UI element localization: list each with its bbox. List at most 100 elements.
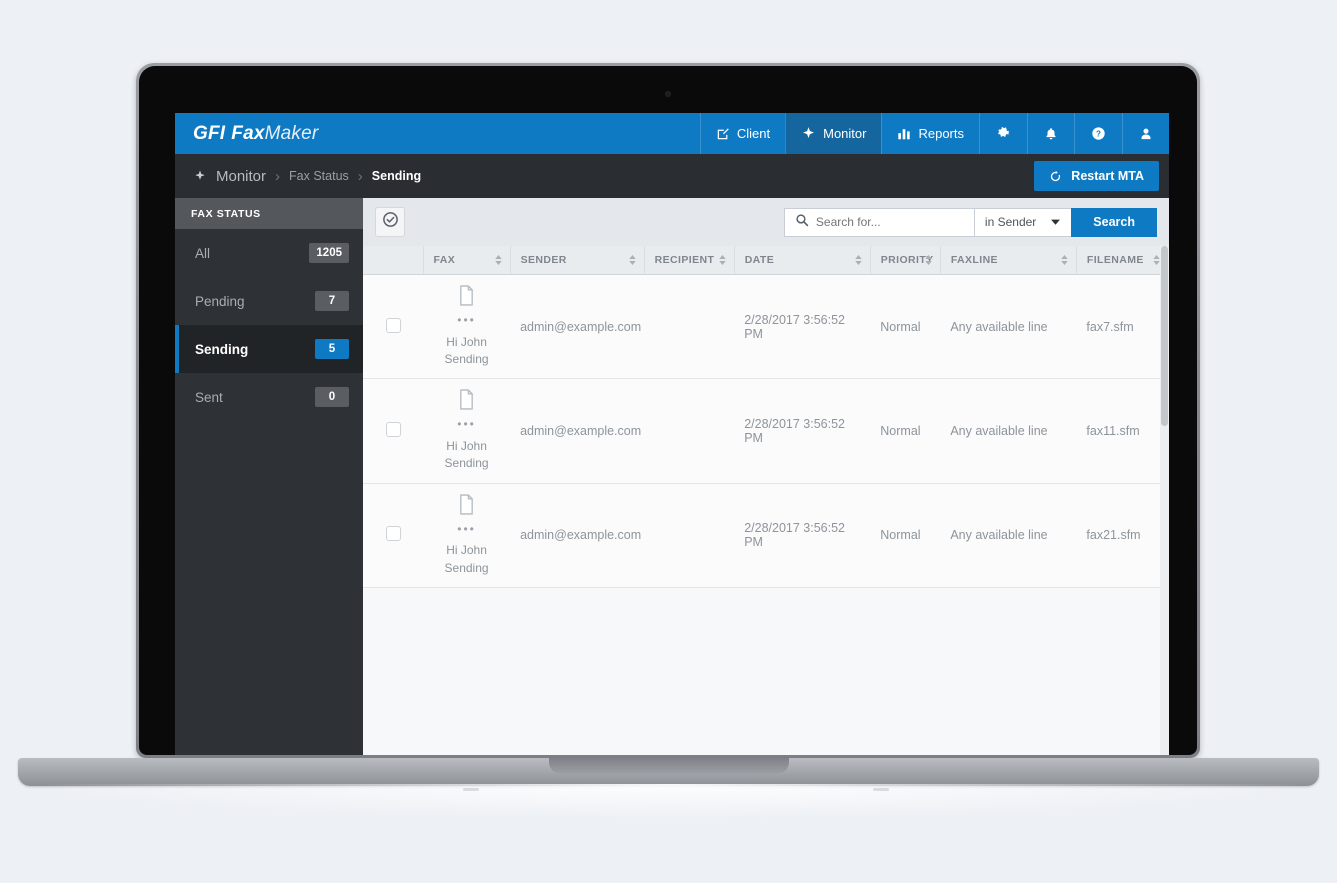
laptop-frame: GFI Fax Maker Client Monitor Reports ? M… xyxy=(136,63,1200,758)
column-header-fax[interactable]: FAX xyxy=(423,246,511,275)
sender-cell: admin@example.com xyxy=(510,483,645,588)
row-checkbox[interactable] xyxy=(385,526,401,542)
check-circle-icon xyxy=(382,211,399,233)
column-header-priority[interactable]: PRIORITY xyxy=(870,246,941,275)
nav-item-reports[interactable]: Reports xyxy=(881,113,979,154)
sidebar-item-all[interactable]: All 1205 xyxy=(175,229,363,277)
column-label-fax: FAX xyxy=(433,254,456,266)
laptop-foot-left xyxy=(463,788,479,791)
restart-mta-button[interactable]: Restart MTA xyxy=(1034,161,1159,191)
priority-cell: Normal xyxy=(870,483,941,588)
fax-title: Hi John xyxy=(446,334,487,349)
chevron-right-icon: › xyxy=(357,167,363,185)
select-all-button[interactable] xyxy=(375,207,405,237)
table-row[interactable]: ••• Hi John Sending admin@example.com 2/… xyxy=(363,483,1169,588)
nav-item-client[interactable]: Client xyxy=(699,113,785,154)
app-body: FAX STATUS All 1205 Pending 7 Sending 5 xyxy=(175,198,1169,755)
column-header-recipient[interactable]: RECIPIENT xyxy=(644,246,735,275)
sidebar-badge-all: 1205 xyxy=(309,243,349,263)
fax-status: Sending xyxy=(444,456,489,471)
sidebar-label-all: All xyxy=(195,245,211,261)
sidebar: FAX STATUS All 1205 Pending 7 Sending 5 xyxy=(175,198,363,755)
main-nav: Client Monitor Reports ? xyxy=(699,113,1169,154)
recipient-cell xyxy=(644,274,735,380)
search-scope-label: in Sender xyxy=(984,215,1037,229)
search-button[interactable]: Search xyxy=(1071,207,1157,237)
table-scrollbar-track[interactable] xyxy=(1160,246,1169,755)
nav-item-help[interactable]: ? xyxy=(1074,113,1122,154)
nav-item-notifications[interactable] xyxy=(1027,113,1074,154)
column-header-faxline[interactable]: FAXLINE xyxy=(940,246,1077,275)
sparkle-icon xyxy=(801,126,816,141)
svg-text:?: ? xyxy=(1096,130,1101,139)
fax-title: Hi John xyxy=(446,438,487,453)
filename-cell: fax11.sfm xyxy=(1076,378,1169,484)
column-label-filename: FILENAME xyxy=(1086,254,1144,266)
sidebar-title: FAX STATUS xyxy=(175,198,363,229)
column-header-date[interactable]: DATE xyxy=(734,246,871,275)
sidebar-item-sending[interactable]: Sending 5 xyxy=(175,325,363,373)
column-header-filename[interactable]: FILENAME xyxy=(1076,246,1169,275)
table-header-row: FAX SENDER RECIPIENT DATE PRIORITY FAXLI… xyxy=(363,246,1169,275)
help-icon: ? xyxy=(1091,126,1106,141)
sidebar-item-pending[interactable]: Pending 7 xyxy=(175,277,363,325)
fax-document-icon xyxy=(458,285,475,309)
faxline-cell: Any available line xyxy=(940,483,1077,588)
sidebar-item-sent[interactable]: Sent 0 xyxy=(175,373,363,421)
fax-status: Sending xyxy=(444,560,489,575)
row-checkbox[interactable] xyxy=(385,317,401,333)
laptop-bezel: GFI Fax Maker Client Monitor Reports ? M… xyxy=(139,66,1197,755)
user-icon xyxy=(1139,127,1153,141)
nav-label-monitor: Monitor xyxy=(823,126,867,141)
sidebar-badge-sending: 5 xyxy=(315,339,349,359)
fax-dots: ••• xyxy=(457,417,476,432)
brand-logo[interactable]: GFI Fax Maker xyxy=(175,113,318,154)
sort-icon xyxy=(1061,255,1068,265)
table-toolbar: in Sender Search xyxy=(363,198,1169,246)
restart-mta-label: Restart MTA xyxy=(1071,169,1144,183)
priority-cell: Normal xyxy=(870,378,941,484)
date-cell: 2/28/2017 3:56:52 PM xyxy=(734,274,871,380)
breadcrumb: Monitor › Fax Status › Sending xyxy=(193,168,421,185)
sender-cell: admin@example.com xyxy=(510,378,645,484)
fax-document-icon xyxy=(458,389,475,413)
table-body: ••• Hi John Sending admin@example.com 2/… xyxy=(363,274,1169,588)
column-label-faxline: FAXLINE xyxy=(950,254,998,266)
nav-item-account[interactable] xyxy=(1122,113,1169,154)
compose-icon xyxy=(716,127,730,141)
row-select-cell xyxy=(363,483,424,588)
search-scope-dropdown[interactable]: in Sender xyxy=(973,207,1072,237)
fax-title: Hi John xyxy=(446,543,487,558)
search-input[interactable] xyxy=(815,215,964,229)
fax-dots: ••• xyxy=(457,313,476,328)
breadcrumb-monitor[interactable]: Monitor xyxy=(216,168,266,185)
row-select-cell xyxy=(363,378,424,484)
search-field[interactable] xyxy=(783,207,974,237)
row-checkbox[interactable] xyxy=(385,421,401,437)
recipient-cell xyxy=(644,378,735,484)
brand-gfi: GFI xyxy=(193,122,226,144)
recipient-cell xyxy=(644,483,735,588)
fax-dots: ••• xyxy=(457,521,476,536)
breadcrumb-fax-status[interactable]: Fax Status xyxy=(289,169,349,183)
sidebar-label-sent: Sent xyxy=(195,389,223,405)
fax-document-icon xyxy=(458,493,475,518)
table-scrollbar-thumb[interactable] xyxy=(1161,246,1168,426)
sort-icon xyxy=(494,255,502,265)
laptop-base-notch xyxy=(548,758,789,774)
laptop-base-shadow xyxy=(45,784,1295,818)
column-label-recipient: RECIPIENT xyxy=(654,254,715,266)
nav-item-monitor[interactable]: Monitor xyxy=(785,113,882,154)
fax-cell: ••• Hi John Sending xyxy=(423,274,511,380)
column-label-date: DATE xyxy=(744,254,775,266)
faxline-cell: Any available line xyxy=(940,274,1077,380)
table-row[interactable]: ••• Hi John Sending admin@example.com 2/… xyxy=(363,274,1169,380)
nav-item-settings[interactable] xyxy=(979,113,1027,154)
column-header-sender[interactable]: SENDER xyxy=(510,246,645,275)
table-row[interactable]: ••• Hi John Sending admin@example.com 2/… xyxy=(363,378,1169,484)
search-icon xyxy=(795,213,809,232)
search-group: in Sender Search xyxy=(783,207,1157,237)
main-content: in Sender Search xyxy=(363,198,1169,755)
filename-cell: fax21.sfm xyxy=(1076,483,1169,588)
chevron-down-icon xyxy=(1050,215,1061,229)
